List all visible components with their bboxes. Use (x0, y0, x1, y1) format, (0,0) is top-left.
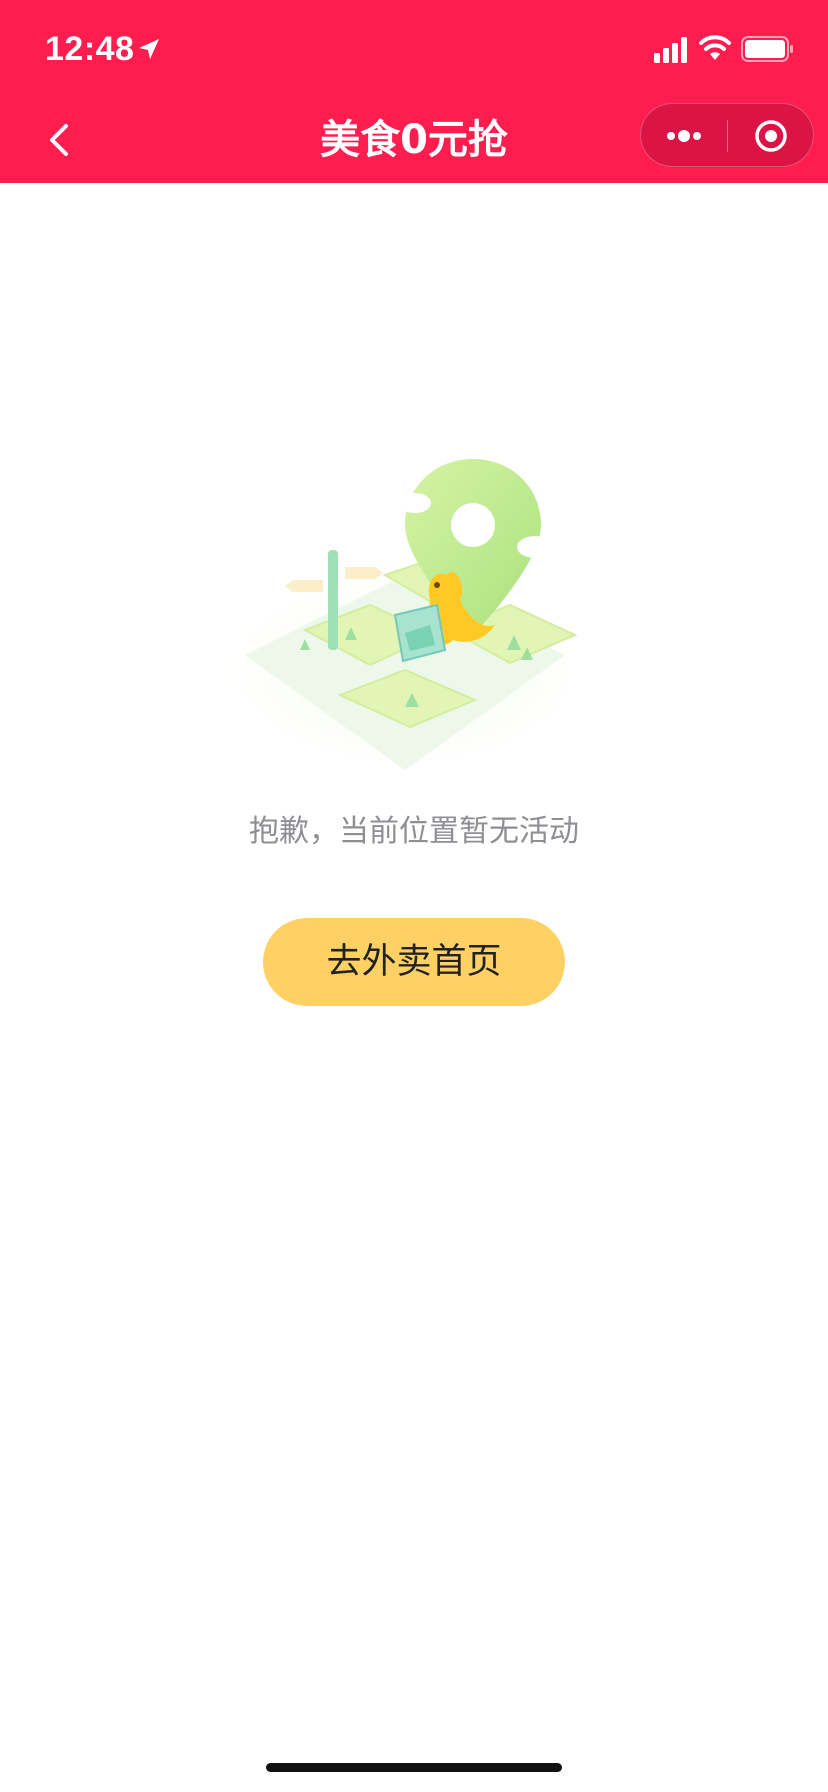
miniprogram-capsule (640, 103, 814, 167)
battery-icon (741, 36, 793, 62)
go-to-takeout-home-button[interactable]: 去外卖首页 (263, 918, 565, 1006)
home-indicator (266, 1763, 562, 1772)
top-header: 12:48 美食0元抢 (0, 0, 828, 183)
close-target-icon[interactable] (753, 118, 789, 154)
capsule-divider (727, 120, 728, 152)
cellular-signal-icon (654, 37, 687, 63)
location-arrow-icon (139, 39, 159, 59)
wifi-icon (699, 35, 731, 60)
empty-state-message: 抱歉，当前位置暂无活动 (249, 814, 579, 849)
more-dots-icon[interactable] (663, 124, 705, 148)
empty-location-illustration (205, 459, 605, 780)
status-time: 12:48 (45, 30, 135, 68)
